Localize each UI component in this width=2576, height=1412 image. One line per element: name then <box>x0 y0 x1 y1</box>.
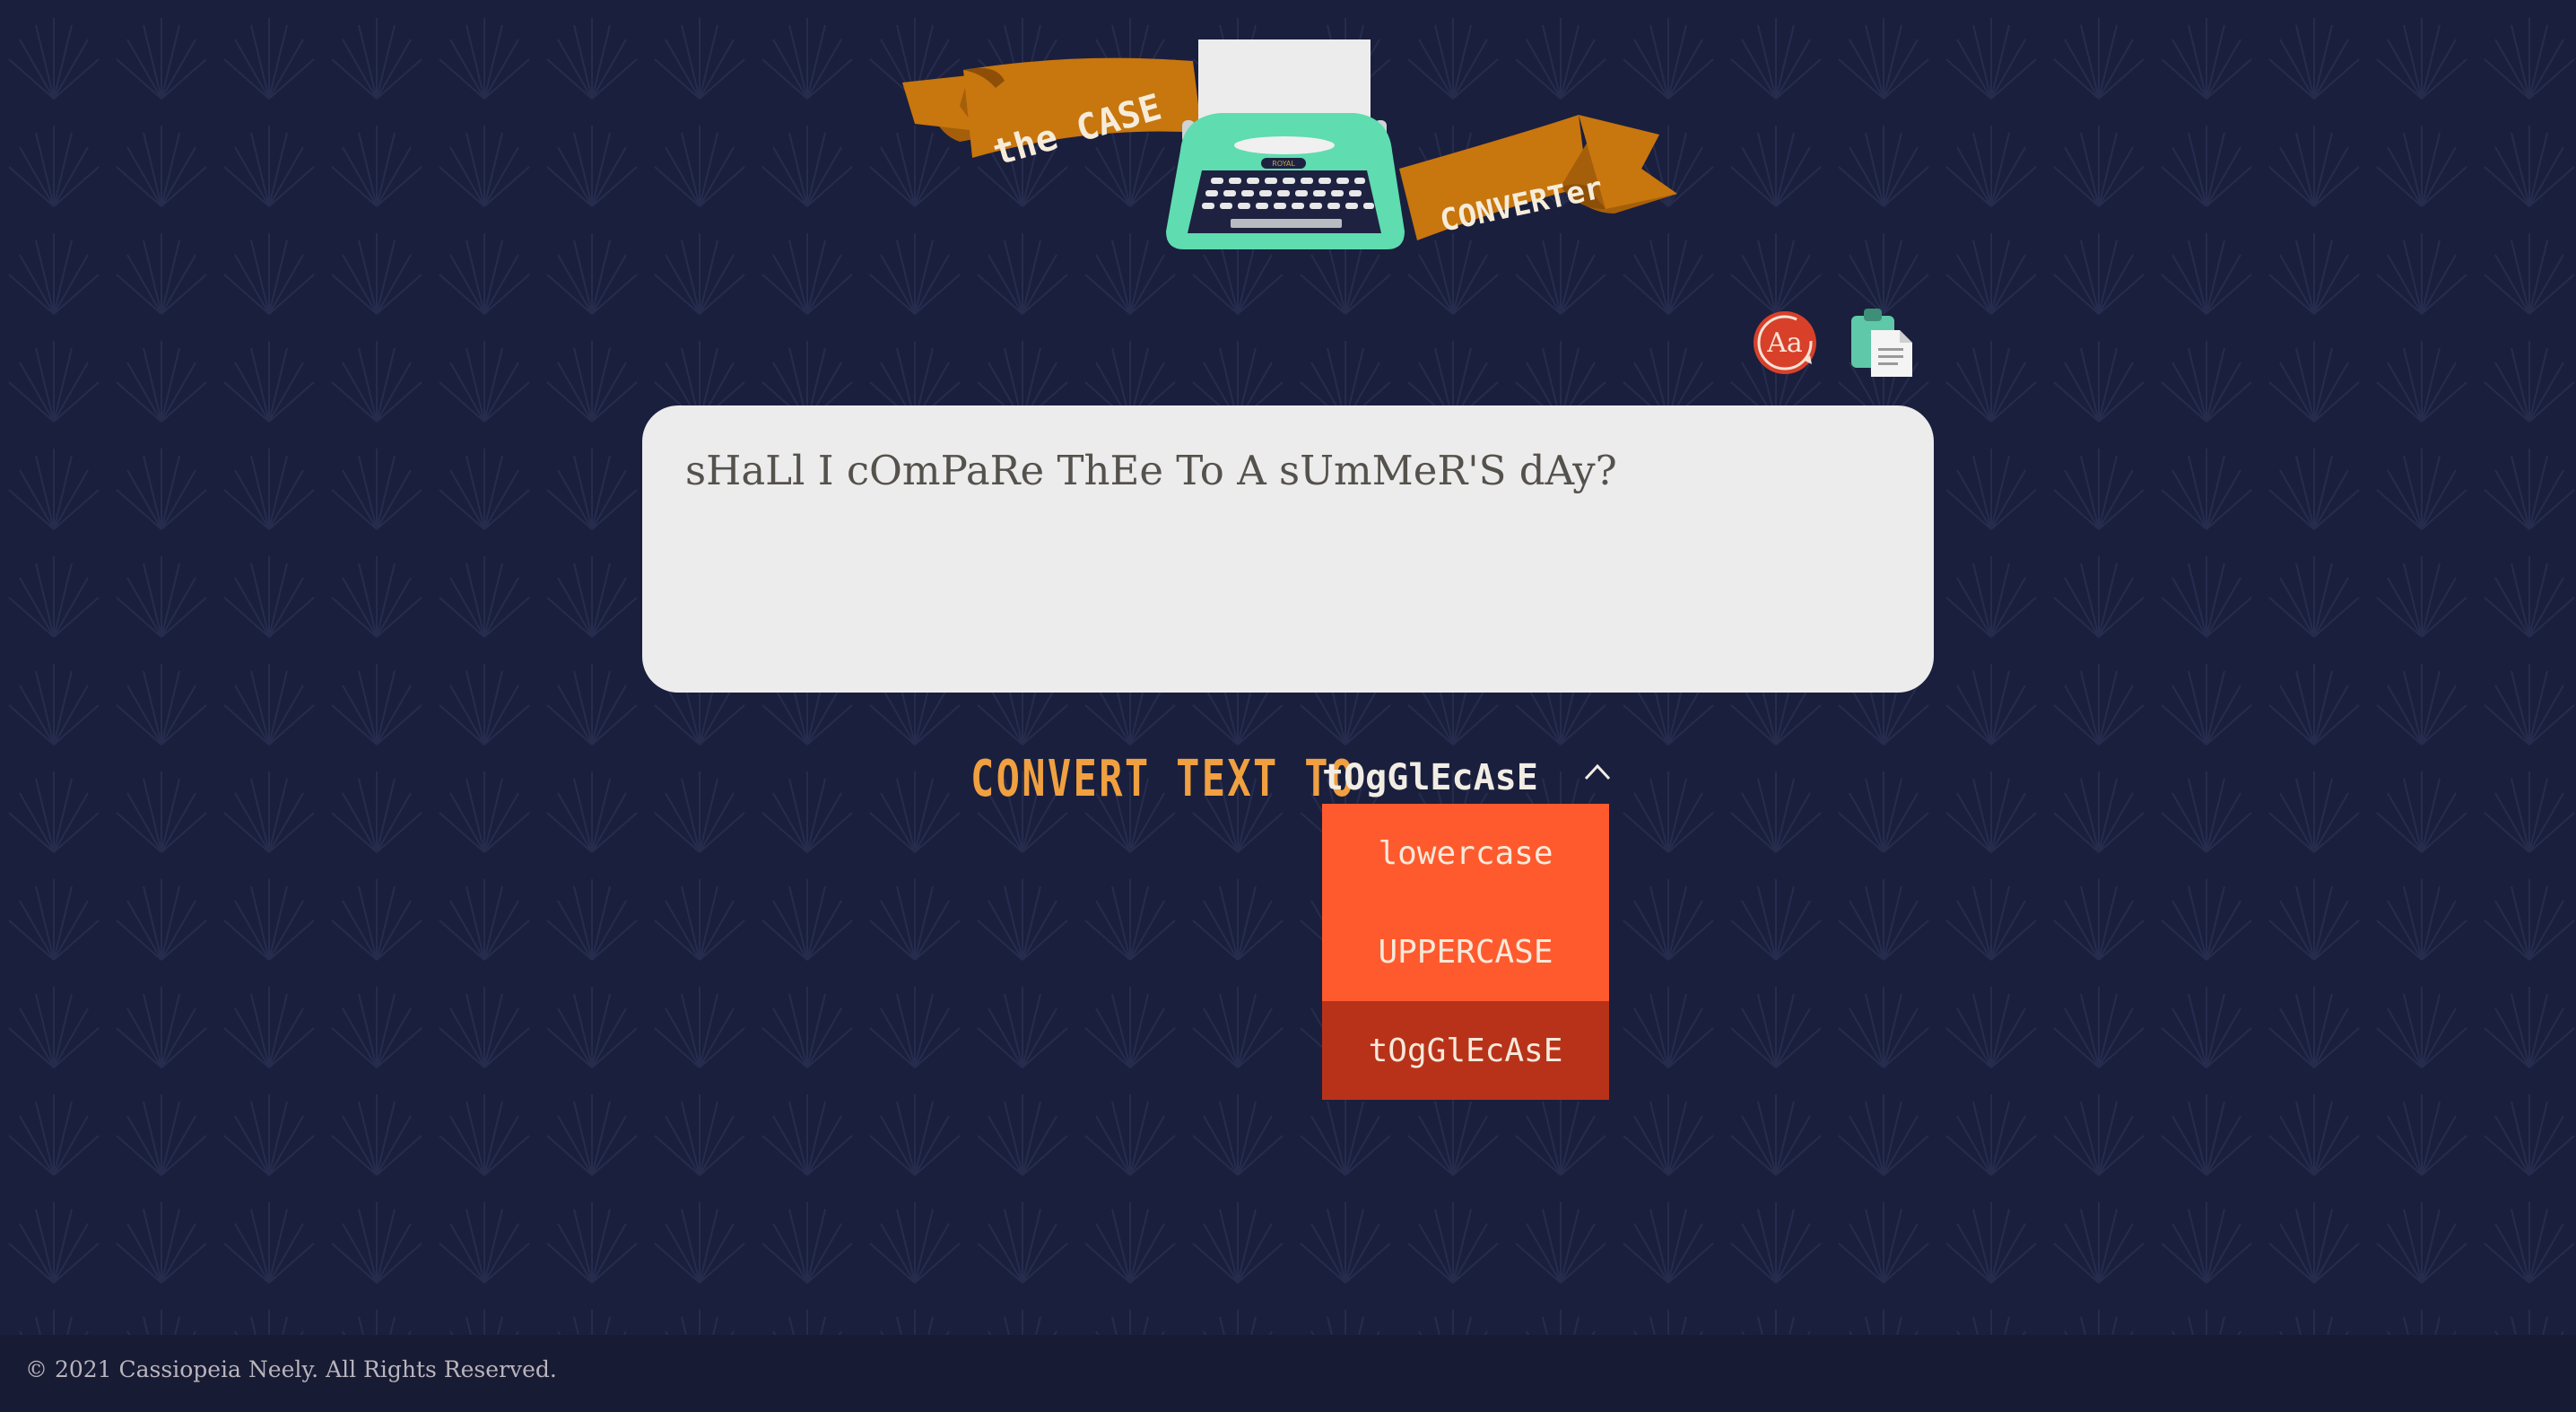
case-converter-logo: the CASE CONVERTer ROYAL <box>902 39 1677 249</box>
text-editor-box: sHaLl I cOmPaRe ThEe To A sUmMeR'S dAy? <box>642 405 1934 693</box>
chevron-up-icon[interactable] <box>1582 761 1613 782</box>
case-mode-select[interactable]: tOgGlEcAsE <box>1322 757 1538 798</box>
case-toggle-icon: Aa <box>1754 311 1816 374</box>
option-uppercase[interactable]: UPPERCASE <box>1322 902 1609 1001</box>
option-lowercase[interactable]: lowercase <box>1322 804 1609 902</box>
footer: © 2021 Cassiopeia Neely. All Rights Rese… <box>0 1335 2576 1412</box>
copy-button[interactable] <box>1848 305 1916 380</box>
case-toggle-button[interactable]: Aa <box>1751 309 1819 377</box>
option-togglecase[interactable]: tOgGlEcAsE <box>1322 1001 1609 1100</box>
clipboard-icon <box>1851 309 1912 377</box>
convert-text-label: CONVERT TEXT TO <box>970 750 1356 808</box>
text-input[interactable]: sHaLl I cOmPaRe ThEe To A sUmMeR'S dAy? <box>685 445 1891 653</box>
case-options-dropdown: lowercase UPPERCASE tOgGlEcAsE <box>1322 804 1609 1100</box>
case-toggle-label: Aa <box>1766 327 1803 359</box>
typewriter-brand: ROYAL <box>1272 160 1295 168</box>
app-root: the CASE CONVERTer ROYAL Aa sHaLl I cOmP… <box>0 0 2576 1412</box>
typewriter-icon: ROYAL <box>1166 39 1405 249</box>
copyright-text: © 2021 Cassiopeia Neely. All Rights Rese… <box>25 1356 557 1382</box>
